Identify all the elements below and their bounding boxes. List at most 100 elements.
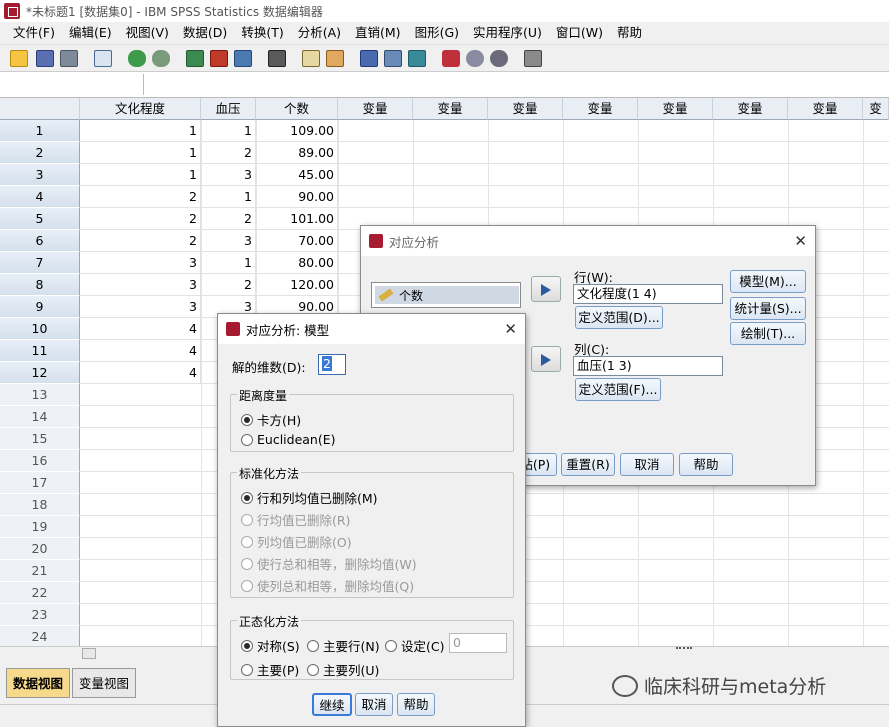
menu-analyze[interactable]: 分析(A) xyxy=(291,22,348,44)
data-cell[interactable]: 3 xyxy=(201,230,256,252)
menu-help[interactable]: 帮助 xyxy=(610,22,649,44)
column-field[interactable]: 血压(1 3) xyxy=(573,356,723,376)
custom-value-input[interactable]: 0 xyxy=(449,633,507,653)
split-file-icon[interactable] xyxy=(360,50,378,67)
std-equal-col-totals-radio[interactable]: 使列总和相等，删除均值(Q) xyxy=(241,576,414,595)
data-cell[interactable]: 1 xyxy=(201,120,256,142)
data-cell[interactable]: 45.00 xyxy=(256,164,338,186)
list-item[interactable]: 个数 xyxy=(375,286,519,304)
data-cell[interactable]: 109.00 xyxy=(256,120,338,142)
print-icon[interactable] xyxy=(60,50,78,67)
menu-window[interactable]: 窗口(W) xyxy=(549,22,610,44)
move-to-column-button[interactable] xyxy=(531,346,561,372)
menu-view[interactable]: 视图(V) xyxy=(119,22,176,44)
define-column-range-button[interactable]: 定义范围(F)... xyxy=(575,378,661,401)
norm-custom-radio[interactable]: 设定(C) xyxy=(385,636,444,655)
use-sets-icon[interactable] xyxy=(466,50,484,67)
define-row-range-button[interactable]: 定义范围(D)... xyxy=(575,306,663,329)
row-header[interactable]: 3 xyxy=(0,164,80,186)
cell-reference-box[interactable] xyxy=(2,74,144,95)
menu-file[interactable]: 文件(F) xyxy=(6,22,62,44)
row-field[interactable]: 文化程度(1 4) xyxy=(573,284,723,304)
column-header[interactable]: 变量 xyxy=(638,98,713,120)
find-icon[interactable] xyxy=(268,50,286,67)
data-cell[interactable]: 89.00 xyxy=(256,142,338,164)
cancel-button[interactable]: 取消 xyxy=(620,453,674,476)
norm-symmetric-radio[interactable]: 对称(S) xyxy=(241,636,300,655)
model-help-button[interactable]: 帮助 xyxy=(397,693,435,716)
data-cell[interactable]: 101.00 xyxy=(256,208,338,230)
data-cell[interactable]: 120.00 xyxy=(256,274,338,296)
data-cell[interactable]: 3 xyxy=(80,296,201,318)
close-icon[interactable]: ✕ xyxy=(794,232,807,250)
column-header[interactable]: 变量 xyxy=(713,98,788,120)
row-header[interactable]: 17 xyxy=(0,472,80,494)
row-header[interactable]: 1 xyxy=(0,120,80,142)
menu-utilities[interactable]: 实用程序(U) xyxy=(466,22,549,44)
data-cell[interactable]: 2 xyxy=(80,186,201,208)
row-header[interactable]: 7 xyxy=(0,252,80,274)
column-header[interactable]: 变 xyxy=(863,98,889,120)
data-cell[interactable]: 1 xyxy=(80,164,201,186)
tab-data-view[interactable]: 数据视图 xyxy=(6,668,71,698)
data-cell[interactable]: 90.00 xyxy=(256,186,338,208)
insert-variable-icon[interactable] xyxy=(326,50,344,67)
data-cell[interactable]: 2 xyxy=(201,208,256,230)
row-header[interactable]: 22 xyxy=(0,582,80,604)
data-cell[interactable]: 4 xyxy=(80,340,201,362)
help-button[interactable]: 帮助 xyxy=(679,453,733,476)
model-button[interactable]: 模型(M)... xyxy=(730,270,806,293)
column-header[interactable]: 文化程度 xyxy=(80,98,201,120)
row-header[interactable]: 12 xyxy=(0,362,80,384)
spelling-icon[interactable] xyxy=(524,50,542,67)
data-cell[interactable]: 2 xyxy=(80,208,201,230)
row-header[interactable]: 19 xyxy=(0,516,80,538)
variable-source-list[interactable]: 个数 xyxy=(371,282,521,308)
data-cell[interactable]: 80.00 xyxy=(256,252,338,274)
goto-variable-icon[interactable] xyxy=(210,50,228,67)
std-equal-row-totals-radio[interactable]: 使行总和相等，删除均值(W) xyxy=(241,554,417,573)
open-icon[interactable] xyxy=(10,50,28,67)
show-all-icon[interactable] xyxy=(490,50,508,67)
value-labels-icon[interactable] xyxy=(442,50,460,67)
statistics-button[interactable]: 统计量(S)... xyxy=(730,297,806,320)
data-cell[interactable]: 2 xyxy=(201,142,256,164)
std-row-col-means-radio[interactable]: 行和列均值已删除(M) xyxy=(241,488,378,507)
std-row-means-radio[interactable]: 行均值已删除(R) xyxy=(241,510,350,529)
tab-variable-view[interactable]: 变量视图 xyxy=(72,668,137,698)
row-header[interactable]: 2 xyxy=(0,142,80,164)
continue-button[interactable]: 继续 xyxy=(312,693,352,716)
row-header[interactable]: 23 xyxy=(0,604,80,626)
column-header[interactable]: 变量 xyxy=(488,98,563,120)
column-header[interactable]: 个数 xyxy=(256,98,338,120)
column-header[interactable]: 变量 xyxy=(788,98,863,120)
row-header[interactable]: 20 xyxy=(0,538,80,560)
variables-icon[interactable] xyxy=(234,50,252,67)
distance-chisquare-radio[interactable]: 卡方(H) xyxy=(241,410,301,429)
data-cell[interactable]: 4 xyxy=(80,362,201,384)
row-header[interactable]: 11 xyxy=(0,340,80,362)
data-cell[interactable]: 3 xyxy=(80,252,201,274)
row-header[interactable]: 10 xyxy=(0,318,80,340)
std-col-means-radio[interactable]: 列均值已删除(O) xyxy=(241,532,352,551)
menu-edit[interactable]: 编辑(E) xyxy=(62,22,119,44)
data-cell[interactable]: 1 xyxy=(80,120,201,142)
row-header[interactable]: 5 xyxy=(0,208,80,230)
row-header[interactable]: 14 xyxy=(0,406,80,428)
row-header[interactable]: 21 xyxy=(0,560,80,582)
row-header[interactable]: 9 xyxy=(0,296,80,318)
column-header[interactable]: 变量 xyxy=(563,98,638,120)
data-cell[interactable]: 70.00 xyxy=(256,230,338,252)
menu-data[interactable]: 数据(D) xyxy=(176,22,234,44)
close-icon[interactable]: ✕ xyxy=(504,320,517,338)
grid-corner[interactable] xyxy=(0,98,80,120)
model-cancel-button[interactable]: 取消 xyxy=(355,693,393,716)
row-header[interactable]: 4 xyxy=(0,186,80,208)
row-header[interactable]: 15 xyxy=(0,428,80,450)
row-header[interactable]: 24 xyxy=(0,626,80,646)
row-header[interactable]: 16 xyxy=(0,450,80,472)
row-header[interactable]: 6 xyxy=(0,230,80,252)
select-cases-icon[interactable] xyxy=(408,50,426,67)
dimension-input[interactable]: 2 xyxy=(318,354,346,375)
menu-transform[interactable]: 转换(T) xyxy=(234,22,290,44)
